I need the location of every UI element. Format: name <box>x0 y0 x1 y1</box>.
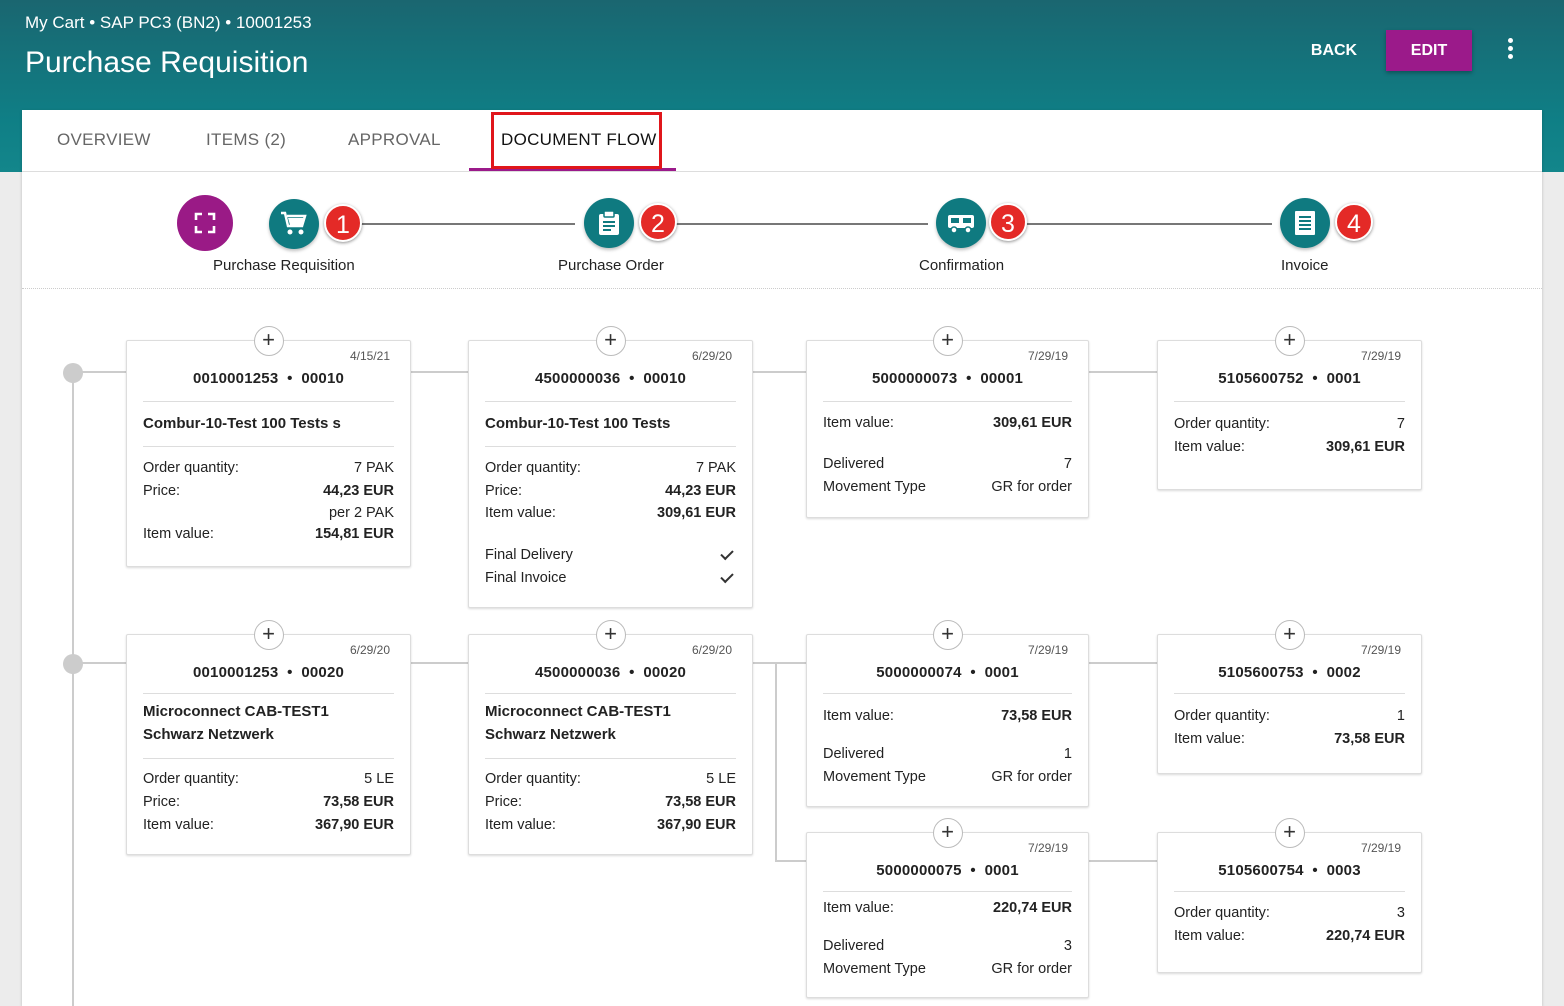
connector <box>82 371 128 373</box>
expand-plus-icon[interactable]: + <box>1274 818 1305 848</box>
page-title: Purchase Requisition <box>25 46 309 79</box>
step-connector <box>676 223 928 225</box>
connector <box>410 371 470 373</box>
step-label: Confirmation <box>919 257 1005 274</box>
tab-highlight-box <box>491 112 662 169</box>
doc-card-confirmation[interactable]: + 7/29/19 5000000075 • 0001 Item value: 2… <box>806 818 1089 998</box>
edit-button[interactable]: EDIT <box>1386 30 1472 71</box>
doc-date: 4/15/21 <box>349 349 390 363</box>
doc-date: 6/29/20 <box>691 349 732 363</box>
doc-card-invoice[interactable]: + 7/29/19 5105600753 • 0002 Order quanti… <box>1157 620 1422 774</box>
doc-date: 7/29/19 <box>1027 643 1068 657</box>
tab-items[interactable]: ITEMS (2) <box>206 110 286 172</box>
doc-number: 5105600754 • 0003 <box>1218 862 1361 879</box>
expand-plus-icon[interactable]: + <box>253 326 284 356</box>
doc-date: 7/29/19 <box>1360 841 1401 855</box>
connector <box>775 860 808 862</box>
step-label: Invoice <box>1281 257 1329 274</box>
connector <box>82 662 128 664</box>
expand-plus-icon[interactable]: + <box>1274 326 1305 356</box>
doc-date: 7/29/19 <box>1027 841 1068 855</box>
check-icon <box>720 569 734 584</box>
tab-bar: OVERVIEW ITEMS (2) APPROVAL DOCUMENT FLO… <box>22 110 1542 172</box>
more-options-icon[interactable] <box>1500 38 1520 66</box>
doc-number: 5105600752 • 0001 <box>1218 370 1361 387</box>
step-label: Purchase Requisition <box>213 257 355 274</box>
step-badge: 2 <box>639 203 677 241</box>
doc-card-po[interactable]: + 6/29/20 4500000036 • 00020 Microconnec… <box>468 620 753 855</box>
doc-number: 0010001253 • 00010 <box>192 370 345 387</box>
tab-approval[interactable]: APPROVAL <box>348 110 441 172</box>
doc-card-confirmation[interactable]: + 7/29/19 5000000073 • 00001 Item value:… <box>806 326 1089 518</box>
connector <box>752 662 808 664</box>
tree-node[interactable] <box>63 363 83 383</box>
doc-number: 0010001253 • 00020 <box>192 664 345 681</box>
expand-plus-icon[interactable]: + <box>595 326 626 356</box>
doc-number: 4500000036 • 00010 <box>534 370 687 387</box>
connector <box>410 662 470 664</box>
doc-date: 6/29/20 <box>691 643 732 657</box>
expand-plus-icon[interactable]: + <box>595 620 626 650</box>
expand-icon[interactable] <box>177 195 233 251</box>
doc-number: 5105600753 • 0002 <box>1218 664 1361 681</box>
expand-plus-icon[interactable]: + <box>932 818 963 848</box>
doc-item-name: Combur-10-Test 100 Tests <box>485 415 671 432</box>
tree-node[interactable] <box>63 654 83 674</box>
breadcrumb: My Cart • SAP PC3 (BN2) • 10001253 <box>25 13 312 32</box>
step-badge: 4 <box>1335 203 1373 241</box>
doc-number: 5000000073 • 00001 <box>871 370 1024 387</box>
cart-icon[interactable] <box>269 199 319 249</box>
doc-card-invoice[interactable]: + 7/29/19 5105600752 • 0001 Order quanti… <box>1157 326 1422 490</box>
doc-card-pr[interactable]: + 4/15/21 0010001253 • 00010 Combur-10-T… <box>126 326 411 567</box>
expand-plus-icon[interactable]: + <box>932 326 963 356</box>
step-connector <box>1027 223 1272 225</box>
document-icon[interactable] <box>1280 198 1330 248</box>
doc-number: 4500000036 • 00020 <box>534 664 687 681</box>
doc-card-invoice[interactable]: + 7/29/19 5105600754 • 0003 Order quanti… <box>1157 818 1422 973</box>
connector <box>1088 662 1158 664</box>
expand-plus-icon[interactable]: + <box>932 620 963 650</box>
doc-item-name: Microconnect CAB-TEST1 Schwarz Netzwerk <box>485 703 671 743</box>
doc-date: 7/29/19 <box>1027 349 1068 363</box>
step-label: Purchase Order <box>558 257 664 274</box>
truck-icon[interactable] <box>936 198 986 248</box>
doc-item-name: Microconnect CAB-TEST1 Schwarz Netzwerk <box>143 703 329 743</box>
doc-number: 5000000074 • 0001 <box>876 664 1019 681</box>
tab-overview[interactable]: OVERVIEW <box>57 110 151 172</box>
branch-line <box>775 662 777 861</box>
tree-trunk <box>72 372 74 1006</box>
expand-plus-icon[interactable]: + <box>253 620 284 650</box>
doc-card-pr[interactable]: + 6/29/20 0010001253 • 00020 Microconnec… <box>126 620 411 855</box>
step-badge: 1 <box>324 204 362 242</box>
expand-plus-icon[interactable]: + <box>1274 620 1305 650</box>
connector <box>752 371 808 373</box>
doc-item-name: Combur-10-Test 100 Tests s <box>143 415 341 432</box>
connector <box>1088 860 1158 862</box>
doc-date: 7/29/19 <box>1360 349 1401 363</box>
doc-date: 6/29/20 <box>349 643 390 657</box>
doc-card-confirmation[interactable]: + 7/29/19 5000000074 • 0001 Item value: 7… <box>806 620 1089 807</box>
back-button[interactable]: BACK <box>1296 32 1372 70</box>
step-badge: 3 <box>989 203 1027 241</box>
doc-card-po[interactable]: + 6/29/20 4500000036 • 00010 Combur-10-T… <box>468 326 753 608</box>
doc-number: 5000000075 • 0001 <box>876 862 1019 879</box>
clipboard-icon[interactable] <box>584 198 634 248</box>
check-icon <box>720 546 734 561</box>
connector <box>1088 371 1158 373</box>
doc-date: 7/29/19 <box>1360 643 1401 657</box>
step-connector <box>360 223 575 225</box>
